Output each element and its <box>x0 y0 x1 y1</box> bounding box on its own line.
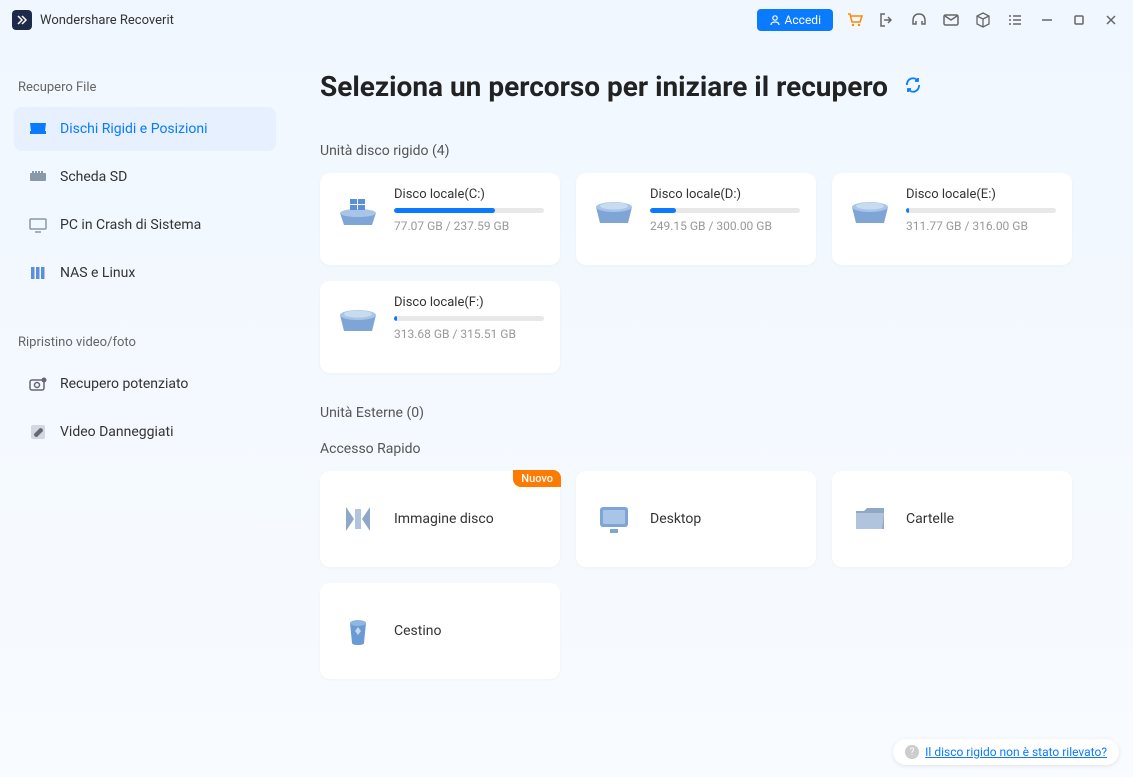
trash-icon <box>336 609 380 653</box>
page-title-row: Seleziona un percorso per iniziare il re… <box>320 70 1083 103</box>
drive-icon <box>336 191 380 235</box>
box-icon[interactable] <box>973 10 993 30</box>
cart-icon[interactable] <box>845 10 865 30</box>
sidebar-item-danneggiati[interactable]: Video Danneggiati <box>14 410 276 454</box>
list-icon[interactable] <box>1005 10 1025 30</box>
help-link[interactable]: ? Il disco rigido non è stato rilevato? <box>893 739 1119 765</box>
quick-card[interactable]: Cartelle <box>832 471 1072 567</box>
progress-bar <box>906 208 1056 213</box>
quick-label: Cestino <box>394 623 441 639</box>
monitor-icon <box>28 215 48 235</box>
quick-grid: Nuovo Immagine disco Desktop Cartelle Ce… <box>320 471 1083 679</box>
drive-icon <box>336 299 380 343</box>
hdd-section-title: Unità disco rigido (4) <box>320 143 1083 159</box>
drive-info: Disco locale(E:) 311.77 GB / 316.00 GB <box>906 187 1056 251</box>
titlebar-right: Accedi <box>757 9 1121 31</box>
page-title: Seleziona un percorso per iniziare il re… <box>320 70 888 103</box>
accedi-button[interactable]: Accedi <box>757 9 833 31</box>
refresh-icon[interactable] <box>904 76 922 98</box>
sidebar-item-potenziato[interactable]: Recupero potenziato <box>14 362 276 406</box>
quick-label: Immagine disco <box>394 511 494 527</box>
sidebar-item-sd[interactable]: Scheda SD <box>14 155 276 199</box>
drive-icon <box>592 191 636 235</box>
sidebar-item-label: PC in Crash di Sistema <box>60 217 201 233</box>
sd-card-icon <box>28 167 48 187</box>
badge-nuovo: Nuovo <box>513 470 561 487</box>
sidebar-section-ripristino: Ripristino video/foto <box>18 335 276 350</box>
drive-stats: 313.68 GB / 315.51 GB <box>394 327 544 341</box>
minimize-icon[interactable] <box>1037 10 1057 30</box>
quick-label: Cartelle <box>906 511 954 527</box>
drives-grid: Disco locale(C:) 77.07 GB / 237.59 GB Di… <box>320 173 1083 373</box>
sidebar-item-label: Scheda SD <box>60 169 127 185</box>
drive-name: Disco locale(C:) <box>394 187 544 202</box>
accedi-label: Accedi <box>785 13 821 27</box>
quick-card[interactable]: Cestino <box>320 583 560 679</box>
disk-image-icon <box>336 497 380 541</box>
wrench-icon <box>28 422 48 442</box>
camera-plus-icon <box>28 374 48 394</box>
drive-card[interactable]: Disco locale(C:) 77.07 GB / 237.59 GB <box>320 173 560 265</box>
sidebar-item-nas[interactable]: NAS e Linux <box>14 251 276 295</box>
help-text[interactable]: Il disco rigido non è stato rilevato? <box>925 745 1107 759</box>
sidebar-item-dischi[interactable]: Dischi Rigidi e Posizioni <box>14 107 276 151</box>
drive-name: Disco locale(D:) <box>650 187 800 202</box>
sidebar-section-recupero: Recupero File <box>18 80 276 95</box>
drive-info: Disco locale(D:) 249.15 GB / 300.00 GB <box>650 187 800 251</box>
sidebar: Recupero File Dischi Rigidi e Posizioni … <box>0 40 290 777</box>
content: Seleziona un percorso per iniziare il re… <box>290 40 1133 777</box>
progress-bar <box>394 316 544 321</box>
maximize-icon[interactable] <box>1069 10 1089 30</box>
titlebar: Wondershare Recoverit Accedi <box>0 0 1133 40</box>
drive-name: Disco locale(F:) <box>394 295 544 310</box>
desktop-icon <box>592 497 636 541</box>
sidebar-item-label: Dischi Rigidi e Posizioni <box>60 121 208 137</box>
app-logo <box>12 10 32 30</box>
drive-name: Disco locale(E:) <box>906 187 1056 202</box>
mail-icon[interactable] <box>941 10 961 30</box>
drive-stats: 249.15 GB / 300.00 GB <box>650 219 800 233</box>
sidebar-item-label: NAS e Linux <box>60 265 135 281</box>
headset-icon[interactable] <box>909 10 929 30</box>
drive-icon <box>848 191 892 235</box>
close-icon[interactable] <box>1101 10 1121 30</box>
help-icon: ? <box>905 745 919 759</box>
drive-card[interactable]: Disco locale(F:) 313.68 GB / 315.51 GB <box>320 281 560 373</box>
drive-stats: 311.77 GB / 316.00 GB <box>906 219 1056 233</box>
sidebar-item-label: Video Danneggiati <box>60 424 174 440</box>
folder-icon <box>848 497 892 541</box>
drive-info: Disco locale(C:) 77.07 GB / 237.59 GB <box>394 187 544 251</box>
ext-section-title: Unità Esterne (0) <box>320 405 1083 421</box>
sidebar-item-label: Recupero potenziato <box>60 376 188 392</box>
titlebar-left: Wondershare Recoverit <box>12 10 174 30</box>
drive-card[interactable]: Disco locale(D:) 249.15 GB / 300.00 GB <box>576 173 816 265</box>
drive-info: Disco locale(F:) 313.68 GB / 315.51 GB <box>394 295 544 359</box>
quick-section-title: Accesso Rapido <box>320 441 1083 457</box>
progress-bar <box>650 208 800 213</box>
progress-bar <box>394 208 544 213</box>
nas-icon <box>28 263 48 283</box>
quick-card[interactable]: Nuovo Immagine disco <box>320 471 560 567</box>
drive-card[interactable]: Disco locale(E:) 311.77 GB / 316.00 GB <box>832 173 1072 265</box>
drive-stats: 77.07 GB / 237.59 GB <box>394 219 544 233</box>
exit-icon[interactable] <box>877 10 897 30</box>
hard-drive-icon <box>28 119 48 139</box>
app-title: Wondershare Recoverit <box>40 13 174 28</box>
quick-card[interactable]: Desktop <box>576 471 816 567</box>
sidebar-item-crash[interactable]: PC in Crash di Sistema <box>14 203 276 247</box>
quick-label: Desktop <box>650 511 701 527</box>
